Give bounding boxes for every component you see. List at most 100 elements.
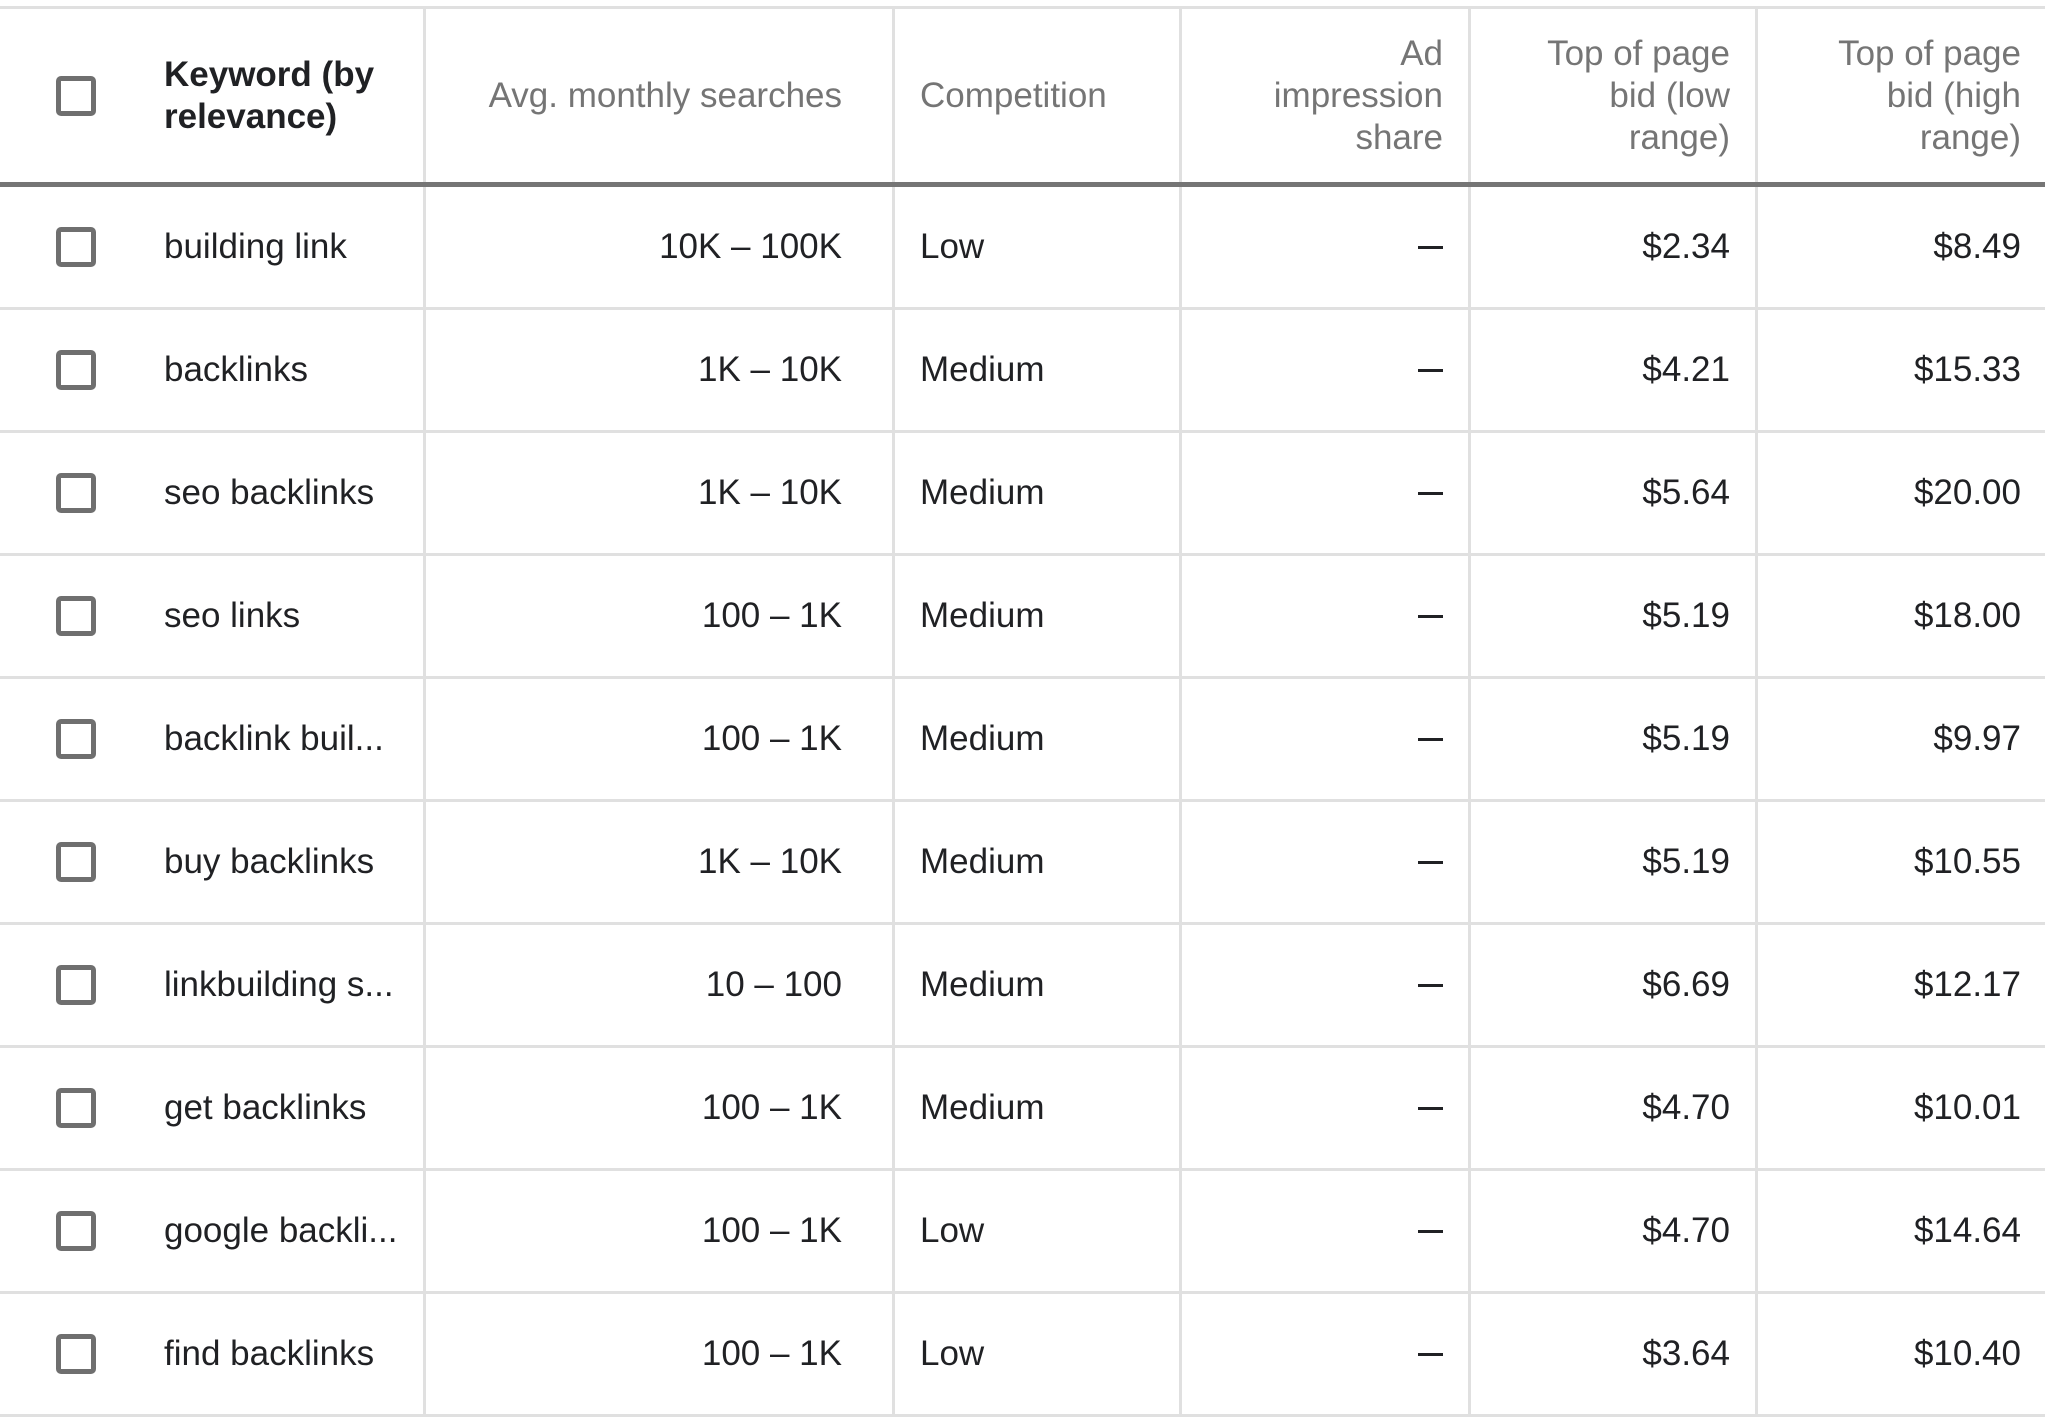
table-row[interactable]: linkbuilding s... 10 – 100 Medium $6.69 … — [0, 925, 2045, 1048]
ad-impression-share-cell — [1182, 1048, 1471, 1168]
header-top-bid-low[interactable]: Top of page bid (low range) — [1530, 33, 1730, 159]
table-header: Keyword (by relevance) Avg. monthly sear… — [0, 9, 2045, 187]
row-checkbox[interactable] — [56, 473, 96, 513]
header-keyword[interactable]: Keyword (by relevance) — [164, 54, 384, 138]
avg-monthly-searches-cell: 1K – 10K — [426, 433, 895, 553]
competition-cell: Medium — [895, 1048, 1182, 1168]
header-ad-impression-share[interactable]: Ad impression share — [1243, 33, 1443, 159]
top-bid-low-cell: $5.19 — [1471, 679, 1758, 799]
empty-value-dash-icon — [1418, 737, 1443, 741]
competition-value: Medium — [920, 350, 1045, 389]
keyword-text[interactable]: building link — [164, 227, 347, 267]
top-bid-high-value: $12.17 — [1913, 965, 2021, 1004]
table-row[interactable]: seo backlinks 1K – 10K Medium $5.64 $20.… — [0, 433, 2045, 556]
avg-monthly-searches-value: 10K – 100K — [659, 227, 842, 266]
avg-monthly-searches-cell: 1K – 10K — [426, 802, 895, 922]
empty-value-dash-icon — [1418, 614, 1443, 618]
top-bid-high-cell: $18.00 — [1758, 556, 2045, 676]
ad-impression-share-cell — [1182, 433, 1471, 553]
header-top-bid-high[interactable]: Top of page bid (high range) — [1821, 33, 2021, 159]
row-checkbox[interactable] — [56, 1211, 96, 1251]
header-avg-monthly-searches-cell[interactable]: Avg. monthly searches — [426, 9, 895, 182]
header-top-bid-low-cell[interactable]: Top of page bid (low range) — [1471, 9, 1758, 182]
top-bid-high-cell: $8.49 — [1758, 187, 2045, 307]
top-bid-high-value: $15.33 — [1913, 350, 2021, 389]
keyword-text[interactable]: get backlinks — [164, 1088, 366, 1128]
top-bid-low-value: $4.70 — [1642, 1211, 1730, 1250]
keyword-text[interactable]: seo links — [164, 596, 300, 636]
table-row[interactable]: backlink buil... 100 – 1K Medium $5.19 $… — [0, 679, 2045, 802]
top-bid-low-cell: $4.70 — [1471, 1171, 1758, 1291]
top-bid-low-cell: $6.69 — [1471, 925, 1758, 1045]
row-checkbox[interactable] — [56, 596, 96, 636]
keyword-cell: find backlinks — [0, 1294, 426, 1414]
table-row[interactable]: google backli... 100 – 1K Low $4.70 $14.… — [0, 1171, 2045, 1294]
avg-monthly-searches-cell: 10K – 100K — [426, 187, 895, 307]
header-avg-monthly-searches[interactable]: Avg. monthly searches — [489, 75, 842, 117]
header-competition-cell[interactable]: Competition — [895, 9, 1182, 182]
top-bid-high-cell: $9.97 — [1758, 679, 2045, 799]
top-bid-low-value: $2.34 — [1642, 227, 1730, 266]
empty-value-dash-icon — [1418, 1229, 1443, 1233]
keyword-cell: seo backlinks — [0, 433, 426, 553]
keyword-text[interactable]: buy backlinks — [164, 842, 374, 882]
table-row[interactable]: find backlinks 100 – 1K Low $3.64 $10.40 — [0, 1294, 2045, 1417]
keyword-text[interactable]: seo backlinks — [164, 473, 374, 513]
competition-value: Medium — [920, 1088, 1045, 1127]
competition-value: Low — [920, 1334, 985, 1373]
ad-impression-share-cell — [1182, 310, 1471, 430]
top-bid-high-value: $10.55 — [1913, 842, 2021, 881]
row-checkbox[interactable] — [56, 719, 96, 759]
top-bid-high-cell: $10.01 — [1758, 1048, 2045, 1168]
top-bid-high-cell: $10.40 — [1758, 1294, 2045, 1414]
keyword-text[interactable]: find backlinks — [164, 1334, 374, 1374]
competition-cell: Medium — [895, 556, 1182, 676]
header-top-bid-high-cell[interactable]: Top of page bid (high range) — [1758, 9, 2045, 182]
keyword-text[interactable]: linkbuilding s... — [164, 965, 394, 1005]
header-keyword-cell[interactable]: Keyword (by relevance) — [0, 9, 426, 182]
top-bid-high-value: $20.00 — [1913, 473, 2021, 512]
empty-value-dash-icon — [1418, 860, 1443, 864]
competition-cell: Medium — [895, 679, 1182, 799]
competition-value: Medium — [920, 719, 1045, 758]
header-ad-impression-share-cell[interactable]: Ad impression share — [1182, 9, 1471, 182]
competition-value: Low — [920, 227, 985, 266]
top-bid-low-value: $5.19 — [1642, 842, 1730, 881]
empty-value-dash-icon — [1418, 245, 1443, 249]
row-checkbox[interactable] — [56, 227, 96, 267]
keyword-text[interactable]: google backli... — [164, 1211, 397, 1251]
keyword-cell: backlinks — [0, 310, 426, 430]
table-row[interactable]: get backlinks 100 – 1K Medium $4.70 $10.… — [0, 1048, 2045, 1171]
empty-value-dash-icon — [1418, 491, 1443, 495]
competition-value: Medium — [920, 473, 1045, 512]
top-bid-low-value: $4.70 — [1642, 1088, 1730, 1127]
row-checkbox[interactable] — [56, 350, 96, 390]
keyword-cell: buy backlinks — [0, 802, 426, 922]
table-row[interactable]: buy backlinks 1K – 10K Medium $5.19 $10.… — [0, 802, 2045, 925]
row-checkbox[interactable] — [56, 842, 96, 882]
empty-value-dash-icon — [1418, 1106, 1443, 1110]
top-bid-low-cell: $5.19 — [1471, 556, 1758, 676]
keyword-cell: seo links — [0, 556, 426, 676]
select-all-checkbox[interactable] — [56, 75, 96, 116]
keyword-text[interactable]: backlinks — [164, 350, 308, 390]
top-bid-low-value: $4.21 — [1642, 350, 1730, 389]
table-row[interactable]: seo links 100 – 1K Medium $5.19 $18.00 — [0, 556, 2045, 679]
top-bid-high-value: $10.01 — [1913, 1088, 2021, 1127]
table-row[interactable]: backlinks 1K – 10K Medium $4.21 $15.33 — [0, 310, 2045, 433]
row-checkbox[interactable] — [56, 965, 96, 1005]
top-bid-high-value: $8.49 — [1933, 227, 2021, 266]
table-row[interactable]: building link 10K – 100K Low $2.34 $8.49 — [0, 187, 2045, 310]
keyword-cell: google backli... — [0, 1171, 426, 1291]
ad-impression-share-cell — [1182, 556, 1471, 676]
ad-impression-share-cell — [1182, 925, 1471, 1045]
row-checkbox[interactable] — [56, 1334, 96, 1374]
header-competition[interactable]: Competition — [920, 75, 1107, 117]
table-body: building link 10K – 100K Low $2.34 $8.49… — [0, 187, 2045, 1417]
top-bid-low-value: $5.64 — [1642, 473, 1730, 512]
top-bid-low-value: $5.19 — [1642, 719, 1730, 758]
row-checkbox[interactable] — [56, 1088, 96, 1128]
keyword-text[interactable]: backlink buil... — [164, 719, 384, 759]
top-bid-high-cell: $14.64 — [1758, 1171, 2045, 1291]
ad-impression-share-cell — [1182, 187, 1471, 307]
